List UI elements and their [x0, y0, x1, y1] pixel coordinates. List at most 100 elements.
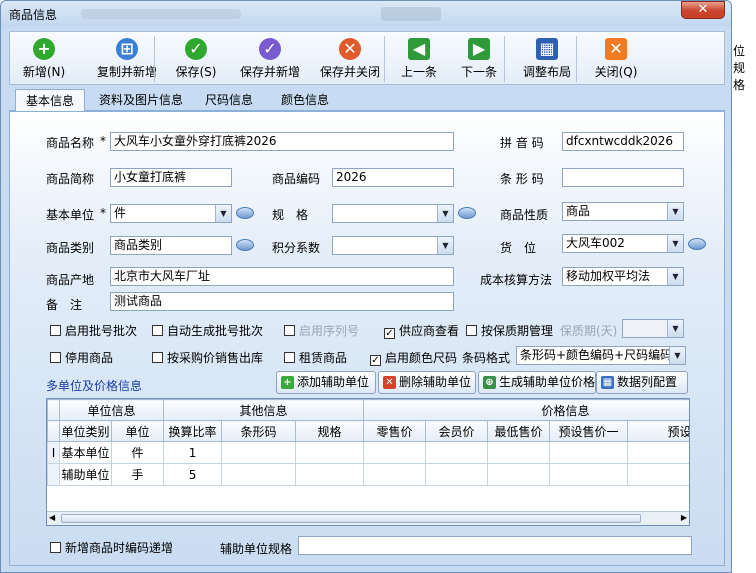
table-cell[interactable] — [627, 463, 689, 486]
column-header[interactable]: 零售价 — [363, 420, 427, 442]
base-unit-select[interactable]: 件 ▼ — [110, 204, 232, 223]
chevron-down-icon[interactable]: ▼ — [437, 237, 453, 254]
remark-input[interactable]: 测试商品 — [110, 292, 454, 311]
table-cell[interactable] — [363, 441, 427, 464]
column-header[interactable]: 预设售价一 — [549, 420, 629, 442]
column-header[interactable]: 条形码 — [221, 420, 297, 442]
chevron-down-icon[interactable]: ▼ — [667, 203, 683, 220]
barcode-format-select[interactable]: 条形码+颜色编码+尺码编码 ▼ — [516, 346, 686, 365]
column-config-button[interactable]: ▦ 数据列配置 — [596, 371, 688, 394]
pinyin-input[interactable]: dfcxntwcddk2026 — [562, 132, 684, 151]
column-header[interactable]: 会员价 — [425, 420, 489, 442]
toolbar-button-6[interactable]: ▶ 下一条 — [454, 34, 504, 84]
lookup-icon[interactable] — [688, 238, 706, 250]
short-name-input[interactable]: 小女童打底裤 — [110, 168, 232, 187]
option-checkbox-5[interactable]: 停用商品 — [50, 349, 113, 366]
tab-data-and-images[interactable]: 资料及图片信息 — [91, 89, 191, 111]
table-cell[interactable] — [549, 463, 629, 486]
table-cell[interactable] — [295, 463, 365, 486]
toolbar-button-5[interactable]: ◀ 上一条 — [394, 34, 444, 84]
add-aux-unit-button[interactable]: + 添加辅助单位 — [276, 371, 376, 394]
table-cell[interactable] — [221, 463, 297, 486]
table-row[interactable]: 辅助单位手 5 — [47, 463, 689, 486]
lookup-icon[interactable] — [458, 207, 476, 219]
column-header[interactable]: 单位 — [110, 420, 165, 442]
option-checkbox-7[interactable]: 租赁商品 — [284, 349, 347, 366]
option-checkbox-6[interactable]: 按采购价销售出库 — [152, 349, 263, 366]
lookup-icon[interactable] — [236, 239, 254, 251]
table-cell[interactable] — [627, 441, 689, 464]
lookup-icon[interactable] — [236, 207, 254, 219]
shelf-select[interactable]: 大风车002 ▼ — [562, 234, 684, 253]
toolbar-button-0[interactable]: + 新增(N) — [14, 34, 74, 84]
generate-aux-price-button[interactable]: ⊕ 生成辅助单位价格 — [478, 371, 596, 394]
chevron-down-icon[interactable]: ▼ — [437, 205, 453, 222]
column-header[interactable]: 换算比率 — [163, 420, 223, 442]
chevron-down-icon[interactable]: ▼ — [667, 320, 683, 337]
table-cell[interactable] — [425, 441, 489, 464]
chevron-down-icon[interactable]: ▼ — [669, 347, 685, 364]
scroll-left-icon[interactable]: ◀ — [49, 513, 55, 522]
table-row[interactable]: I 基本单位件 1 — [47, 441, 689, 464]
checkbox-box[interactable] — [152, 352, 163, 363]
table-cell[interactable] — [487, 441, 551, 464]
product-name-input[interactable]: 大风车小女童外穿打底裤2026 — [110, 132, 454, 151]
scroll-right-icon[interactable]: ▶ — [681, 513, 687, 522]
table-cell[interactable] — [425, 463, 489, 486]
cost-method-select[interactable]: 移动加权平均法 ▼ — [562, 267, 684, 286]
checked-icon[interactable]: ✓ — [384, 328, 395, 339]
toolbar-button-2[interactable]: ✓ 保存(S) — [166, 34, 226, 84]
tab-size-info[interactable]: 尺码信息 — [199, 89, 259, 111]
points-select[interactable]: ▼ — [332, 236, 454, 255]
checkbox-box[interactable] — [50, 352, 61, 363]
shelf-life-select[interactable]: ▼ — [622, 319, 684, 338]
chevron-down-icon[interactable]: ▼ — [667, 235, 683, 252]
column-header[interactable]: 单位类别 — [59, 420, 112, 442]
checkbox-box[interactable] — [50, 542, 61, 553]
origin-input[interactable]: 北京市大风车厂址 — [110, 267, 454, 286]
aux-spec-input[interactable] — [298, 536, 692, 555]
checkbox-box[interactable] — [284, 325, 295, 336]
table-cell[interactable] — [295, 441, 365, 464]
column-header[interactable]: 规格 — [295, 420, 365, 442]
toolbar-button-3[interactable]: ✓ 保存并新增 — [232, 34, 308, 84]
table-cell[interactable]: 5 — [163, 463, 223, 486]
table-cell[interactable]: 1 — [163, 441, 223, 464]
barcode-input[interactable] — [562, 168, 684, 187]
checkbox-box[interactable] — [466, 325, 477, 336]
table-cell[interactable]: 辅助单位 — [59, 463, 112, 486]
option-checkbox-4[interactable]: 按保质期管理 — [466, 322, 553, 339]
scrollbar-thumb[interactable] — [61, 514, 641, 523]
toolbar-button-7[interactable]: ▦ 调整布局 — [514, 34, 580, 84]
column-header[interactable]: 预设售价二 — [627, 420, 689, 442]
table-cell[interactable] — [363, 463, 427, 486]
code-increment-checkbox[interactable]: 新增商品时编码递增 — [50, 539, 173, 556]
table-cell[interactable]: 基本单位 — [59, 441, 112, 464]
toolbar-button-8[interactable]: ✕ 关闭(Q) — [586, 34, 646, 84]
checked-icon[interactable]: ✓ — [370, 355, 381, 366]
table-cell[interactable] — [487, 463, 551, 486]
checkbox-box[interactable] — [284, 352, 295, 363]
chevron-down-icon[interactable]: ▼ — [215, 205, 231, 222]
nature-select[interactable]: 商品 ▼ — [562, 202, 684, 221]
option-checkbox-3[interactable]: ✓ 供应商查看 — [384, 322, 459, 339]
table-cell[interactable] — [549, 441, 629, 464]
chevron-down-icon[interactable]: ▼ — [667, 268, 683, 285]
option-checkbox-8[interactable]: ✓ 启用颜色尺码 — [370, 349, 457, 366]
spec-select[interactable]: ▼ — [332, 204, 454, 223]
tab-color-info[interactable]: 颜色信息 — [275, 89, 335, 111]
tab-basic-info[interactable]: 基本信息 — [15, 89, 85, 111]
horizontal-scrollbar[interactable]: ◀ ▶ — [47, 511, 689, 525]
column-header[interactable]: 最低售价 — [487, 420, 551, 442]
category-input[interactable]: 商品类别 — [110, 236, 232, 255]
table-cell[interactable]: 件 — [110, 441, 165, 464]
window-close-button[interactable]: ✕ — [681, 1, 725, 19]
option-checkbox-2[interactable]: 启用序列号 — [284, 322, 359, 339]
option-checkbox-1[interactable]: 自动生成批号批次 — [152, 322, 263, 339]
table-cell[interactable]: 手 — [110, 463, 165, 486]
delete-aux-unit-button[interactable]: ✕ 删除辅助单位 — [378, 371, 476, 394]
table-cell[interactable] — [221, 441, 297, 464]
product-code-input[interactable]: 2026 — [332, 168, 454, 187]
option-checkbox-0[interactable]: 启用批号批次 — [50, 322, 137, 339]
toolbar-button-4[interactable]: ✕ 保存并关闭 — [308, 34, 392, 84]
